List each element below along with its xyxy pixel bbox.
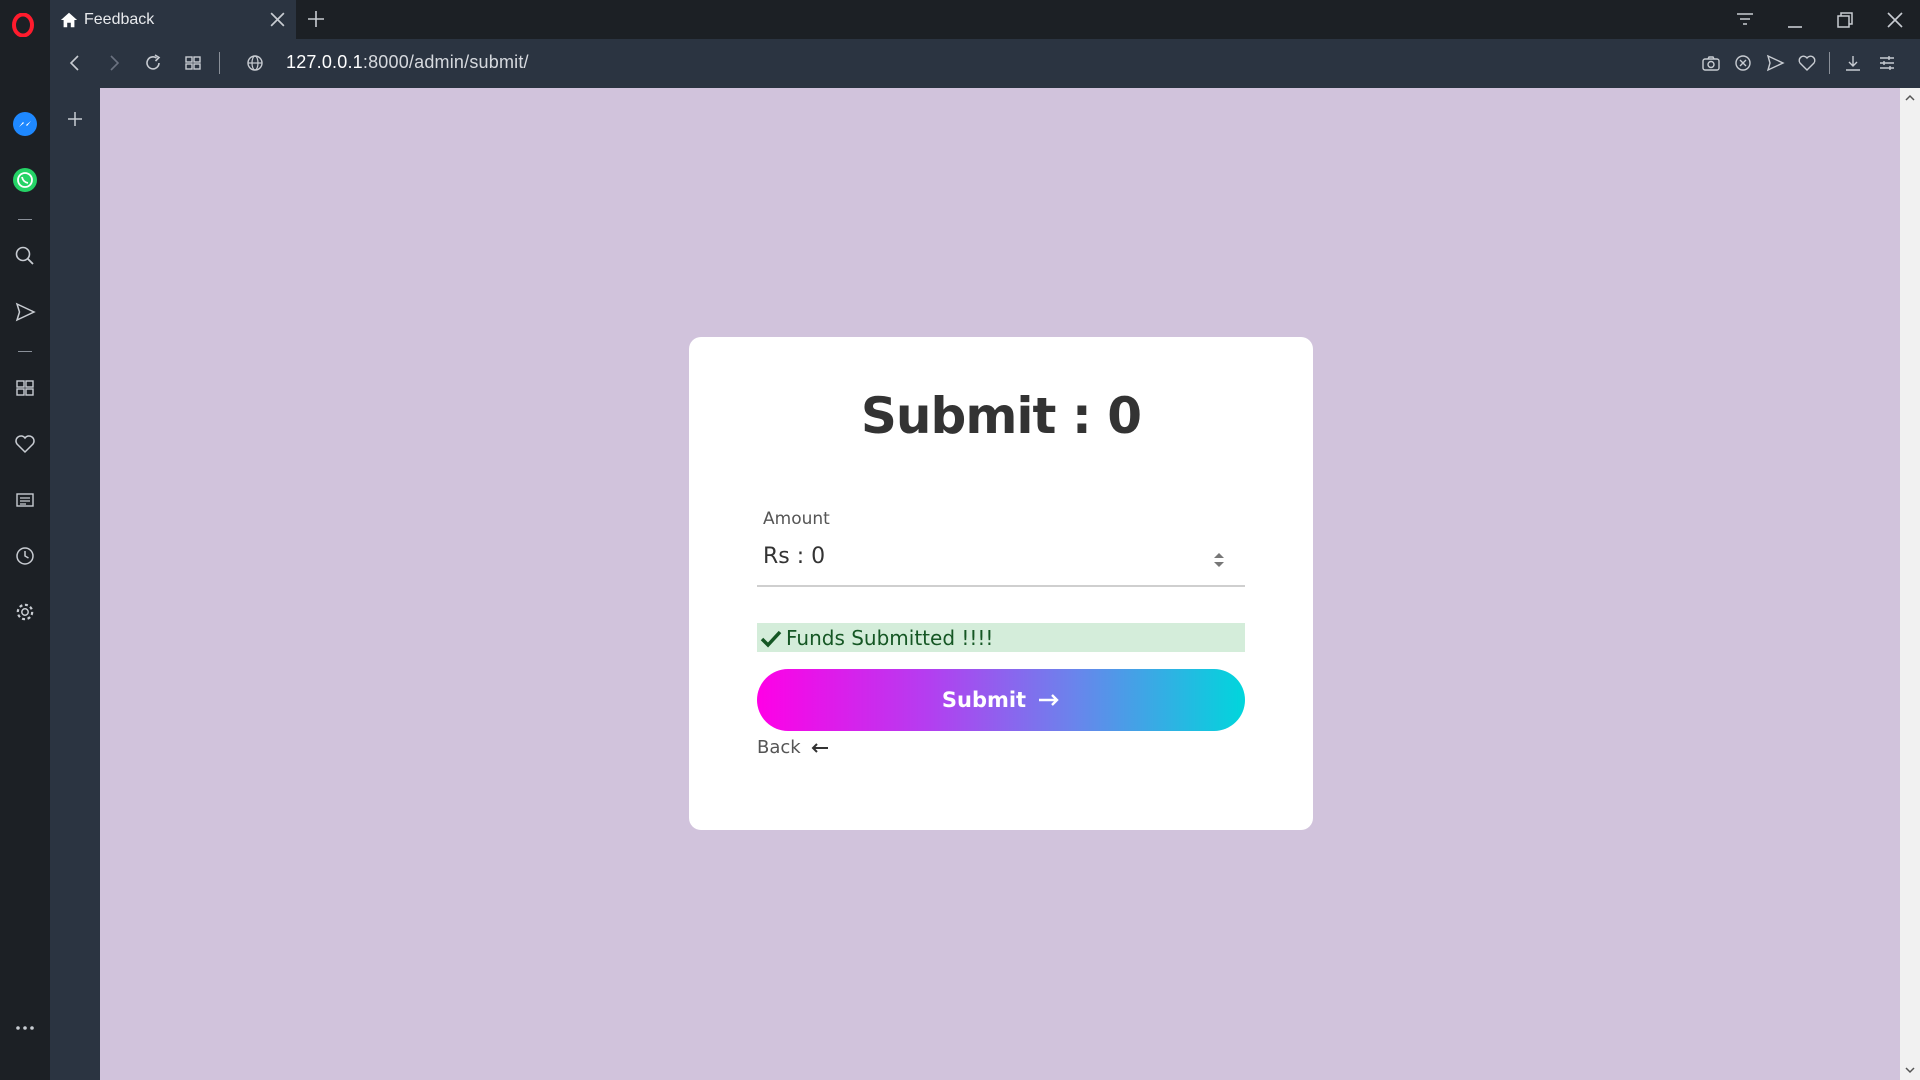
restore-icon[interactable] xyxy=(1833,8,1857,32)
whatsapp-icon[interactable] xyxy=(12,167,38,193)
tab-menu-icon[interactable] xyxy=(1733,8,1757,32)
globe-icon[interactable] xyxy=(244,52,266,74)
address-bar: 127.0.0.1:8000/admin/submit/ xyxy=(50,39,1920,88)
more-icon[interactable] xyxy=(12,1015,38,1041)
page-scrollbar[interactable] xyxy=(1900,88,1920,1080)
alert-message: Funds Submitted !!!! xyxy=(786,625,994,650)
page-title: Submit : 0 xyxy=(860,387,1142,445)
url-host: 127.0.0.1 xyxy=(286,52,363,72)
bookmarks-heart-icon[interactable] xyxy=(12,431,38,457)
tab-feedback[interactable]: Feedback xyxy=(50,0,296,39)
page-content: Submit : 0 Amount Funds Submitted !!!! S… xyxy=(100,88,1900,1080)
submit-label: Submit xyxy=(941,688,1027,712)
download-icon[interactable] xyxy=(1842,52,1864,74)
sidebar-divider xyxy=(18,351,32,352)
scroll-down-icon[interactable] xyxy=(1904,1064,1916,1076)
success-alert: Funds Submitted !!!! xyxy=(757,623,1245,652)
heart-icon[interactable] xyxy=(1796,52,1818,74)
back-link[interactable]: Back xyxy=(757,737,829,758)
minimize-icon[interactable] xyxy=(1783,8,1807,32)
send-icon[interactable] xyxy=(1764,52,1786,74)
back-label: Back xyxy=(757,737,801,758)
amount-label: Amount xyxy=(763,509,830,529)
amount-input[interactable] xyxy=(757,527,1245,587)
arrow-left-icon xyxy=(811,742,828,753)
new-tab-icon[interactable] xyxy=(305,8,327,30)
check-icon xyxy=(760,630,782,648)
add-panel-icon[interactable] xyxy=(64,108,86,130)
tab-bar: Feedback xyxy=(0,0,1920,39)
send-sidebar-icon[interactable] xyxy=(12,299,38,325)
history-icon[interactable] xyxy=(12,543,38,569)
adblock-icon[interactable] xyxy=(1732,52,1754,74)
speed-dial-icon[interactable] xyxy=(182,52,204,74)
side-panel xyxy=(50,88,100,1080)
easy-setup-icon[interactable] xyxy=(1876,52,1898,74)
reload-icon[interactable] xyxy=(142,52,164,74)
scroll-up-icon[interactable] xyxy=(1904,92,1916,104)
home-icon xyxy=(60,12,78,27)
arrow-right-icon xyxy=(1039,694,1059,706)
sidebar xyxy=(0,39,50,1080)
settings-gear-icon[interactable] xyxy=(12,599,38,625)
toolbar-separator xyxy=(219,52,220,74)
opera-logo-icon[interactable] xyxy=(11,11,35,39)
url-path: :8000/admin/submit/ xyxy=(362,52,529,72)
sidebar-divider xyxy=(18,219,32,220)
submit-button[interactable]: Submit xyxy=(757,669,1245,731)
number-spinner-icon[interactable] xyxy=(1212,550,1226,570)
back-nav-icon[interactable] xyxy=(64,52,86,74)
speed-dial-sidebar-icon[interactable] xyxy=(12,375,38,401)
toolbar-separator xyxy=(1829,52,1830,74)
submit-card: Submit : 0 Amount Funds Submitted !!!! S… xyxy=(689,337,1313,830)
tab-title: Feedback xyxy=(84,10,155,28)
news-icon[interactable] xyxy=(12,487,38,513)
forward-nav-icon[interactable] xyxy=(103,52,125,74)
url-field[interactable]: 127.0.0.1:8000/admin/submit/ xyxy=(286,52,529,73)
camera-icon[interactable] xyxy=(1700,52,1722,74)
close-tab-icon[interactable] xyxy=(269,11,286,28)
messenger-icon[interactable] xyxy=(12,111,38,137)
search-icon[interactable] xyxy=(12,243,38,269)
close-window-icon[interactable] xyxy=(1883,8,1907,32)
